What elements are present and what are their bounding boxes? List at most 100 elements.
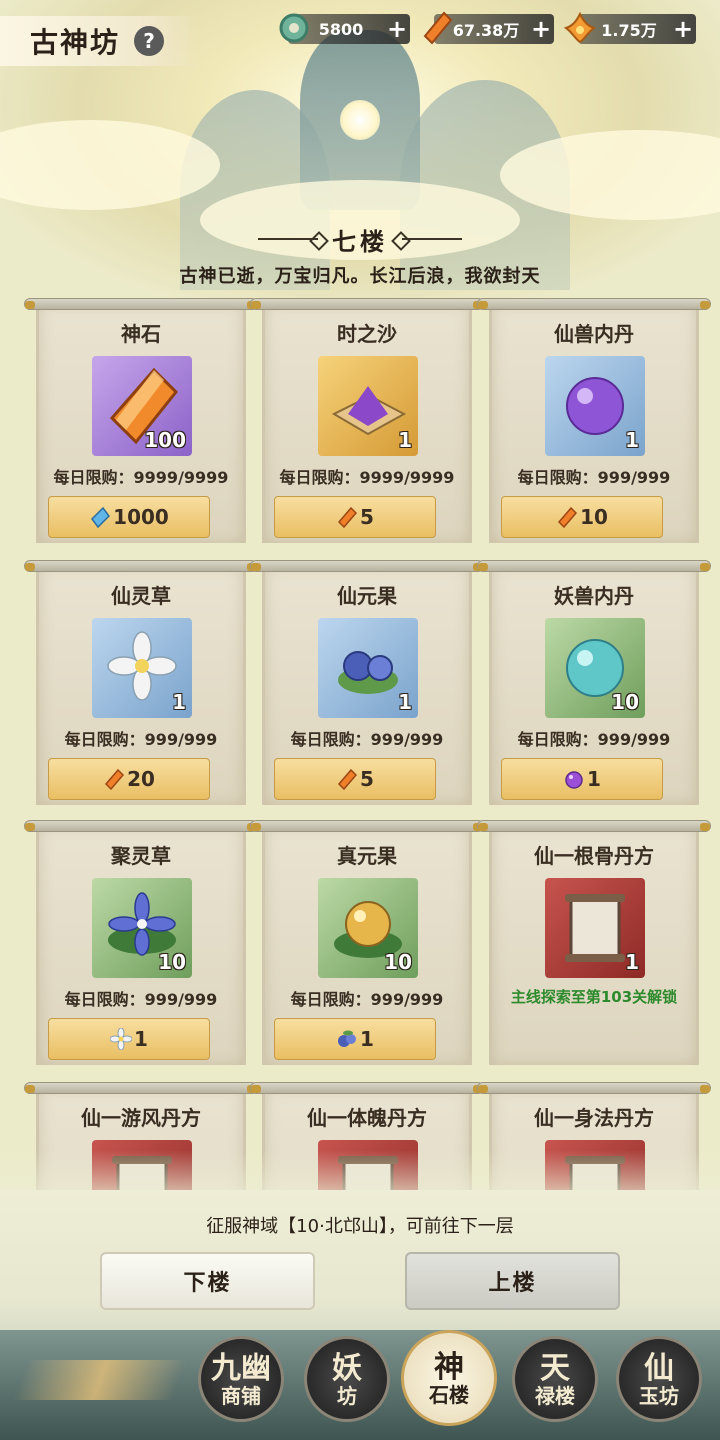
- buy-button[interactable]: 1: [48, 1018, 210, 1060]
- nav-tab-label: 九幽: [211, 1350, 271, 1386]
- brush-stroke-decoration: [12, 1360, 188, 1400]
- item-name: 妖兽内丹: [554, 584, 634, 608]
- item-count: 1: [398, 690, 412, 714]
- lotus-flame-icon: [563, 11, 597, 44]
- item-image[interactable]: 10: [545, 618, 645, 718]
- shop-item-card[interactable]: 仙灵草 1 每日限购：999/999 20: [24, 560, 258, 805]
- item-name: 仙一游风丹方: [81, 1106, 201, 1130]
- price-value: 1: [360, 1027, 374, 1051]
- buy-button[interactable]: 5: [274, 758, 436, 800]
- item-count: 1: [398, 428, 412, 452]
- price-value: 5: [360, 505, 374, 529]
- buy-button[interactable]: 5: [274, 496, 436, 538]
- buy-button[interactable]: 1: [274, 1018, 436, 1060]
- buy-button[interactable]: 10: [501, 496, 663, 538]
- shop-item-card[interactable]: 真元果 10 每日限购：999/999 1: [250, 820, 484, 1065]
- orange-crystal-icon: [338, 768, 358, 790]
- item-count: 10: [384, 950, 412, 974]
- nav-tab-4[interactable]: 天禄楼: [512, 1336, 598, 1422]
- daily-limit: 每日限购：999/999: [517, 730, 671, 749]
- scroll-rod: [477, 1082, 711, 1094]
- nav-tab-sublabel: 商铺: [221, 1383, 261, 1408]
- item-image[interactable]: 10: [92, 878, 192, 978]
- scroll-rod: [24, 298, 258, 310]
- daily-limit: 每日限购：999/999: [517, 468, 671, 487]
- item-count: 10: [611, 690, 639, 714]
- nav-tab-sublabel: 坊: [337, 1383, 357, 1408]
- nav-tab-label: 天: [540, 1350, 570, 1386]
- price-value: 1: [134, 1027, 148, 1051]
- orange-crystal-icon: [105, 768, 125, 790]
- item-name: 真元果: [337, 844, 397, 868]
- nav-tab-1[interactable]: 九幽 商铺: [198, 1336, 284, 1422]
- floor-heading: 七楼: [0, 222, 720, 256]
- price-value: 20: [127, 767, 155, 791]
- add-crystal-button[interactable]: +: [528, 15, 554, 43]
- daily-limit: 每日限购：9999/9999: [53, 468, 229, 487]
- buy-button[interactable]: 1: [501, 758, 663, 800]
- item-count: 100: [144, 428, 186, 452]
- nav-tab-sublabel: 禄楼: [535, 1383, 575, 1408]
- item-image[interactable]: 10: [318, 878, 418, 978]
- nav-tab-sublabel: 石楼: [429, 1382, 469, 1407]
- item-count: 10: [158, 950, 186, 974]
- question-mark-icon[interactable]: ?: [134, 26, 165, 56]
- item-count: 1: [625, 950, 639, 974]
- scroll-rod: [24, 820, 258, 832]
- scroll-rod: [24, 560, 258, 572]
- nav-tab-5[interactable]: 仙玉坊: [616, 1336, 702, 1422]
- item-image[interactable]: 1: [92, 618, 192, 718]
- price-value: 10: [580, 505, 608, 529]
- scroll-rod: [477, 298, 711, 310]
- orange-crystal-icon: [558, 506, 578, 528]
- nav-tab-3[interactable]: 神石楼: [401, 1330, 497, 1426]
- buy-button[interactable]: 1000: [48, 496, 210, 538]
- shop-item-card[interactable]: 时之沙 1 每日限购：9999/9999 5: [250, 298, 484, 543]
- daily-limit: 每日限购：999/999: [290, 730, 444, 749]
- scroll-rod: [24, 1082, 258, 1094]
- blue-crystal-icon: [91, 506, 111, 528]
- item-name: 仙兽内丹: [554, 322, 634, 346]
- shop-item-card[interactable]: 神石 100 每日限购：9999/9999 1000: [24, 298, 258, 543]
- title-bar: 古神坊 ?: [0, 16, 200, 66]
- nav-tab-label: 妖: [332, 1350, 362, 1386]
- shop-item-card[interactable]: 仙兽内丹 1 每日限购：999/999 10: [477, 298, 711, 543]
- item-image[interactable]: 1: [545, 878, 645, 978]
- item-name: 仙一根骨丹方: [534, 844, 654, 868]
- shop-item-card[interactable]: 仙元果 1 每日限购：999/999 5: [250, 560, 484, 805]
- item-name: 仙灵草: [111, 584, 171, 608]
- nav-tab-sublabel: 玉坊: [639, 1383, 679, 1408]
- go-upstairs-button[interactable]: 上楼: [405, 1252, 620, 1310]
- go-downstairs-button[interactable]: 下楼: [100, 1252, 315, 1310]
- daily-limit: 每日限购：999/999: [64, 730, 218, 749]
- item-image[interactable]: 1: [545, 356, 645, 456]
- jade-coin-icon: [279, 13, 309, 43]
- item-image[interactable]: 1: [318, 618, 418, 718]
- scroll-rod: [250, 298, 484, 310]
- orange-crystal-icon: [423, 11, 453, 45]
- nav-tab-label: 仙: [644, 1350, 674, 1386]
- item-image[interactable]: 1: [318, 356, 418, 456]
- item-name: 仙元果: [337, 584, 397, 608]
- page-title: 古神坊: [30, 26, 121, 59]
- price-value: 1000: [113, 505, 169, 529]
- purple-orb-icon: [565, 771, 583, 789]
- nav-tab-2[interactable]: 妖坊: [304, 1336, 390, 1422]
- shop-item-card[interactable]: 仙一根骨丹方 1 主线探索至第103关解锁: [477, 820, 711, 1065]
- item-count: 1: [172, 690, 186, 714]
- add-lotus-button[interactable]: +: [670, 15, 696, 43]
- shop-item-card[interactable]: 聚灵草 10 每日限购：999/999 1: [24, 820, 258, 1065]
- white-flower-icon: [110, 1028, 133, 1050]
- unlock-requirement: 主线探索至第103关解锁: [510, 988, 678, 1006]
- scroll-rod: [250, 560, 484, 572]
- item-name: 仙一身法丹方: [534, 1106, 654, 1130]
- scroll-rod: [477, 820, 711, 832]
- daily-limit: 每日限购：9999/9999: [279, 468, 455, 487]
- item-image[interactable]: 100: [92, 356, 192, 456]
- shop-item-card[interactable]: 妖兽内丹 10 每日限购：999/999 1: [477, 560, 711, 805]
- add-jade-button[interactable]: +: [384, 15, 410, 43]
- buy-button[interactable]: 20: [48, 758, 210, 800]
- blue-berry-icon: [338, 1030, 357, 1047]
- glowing-orb: [340, 100, 380, 140]
- item-name: 聚灵草: [111, 844, 171, 868]
